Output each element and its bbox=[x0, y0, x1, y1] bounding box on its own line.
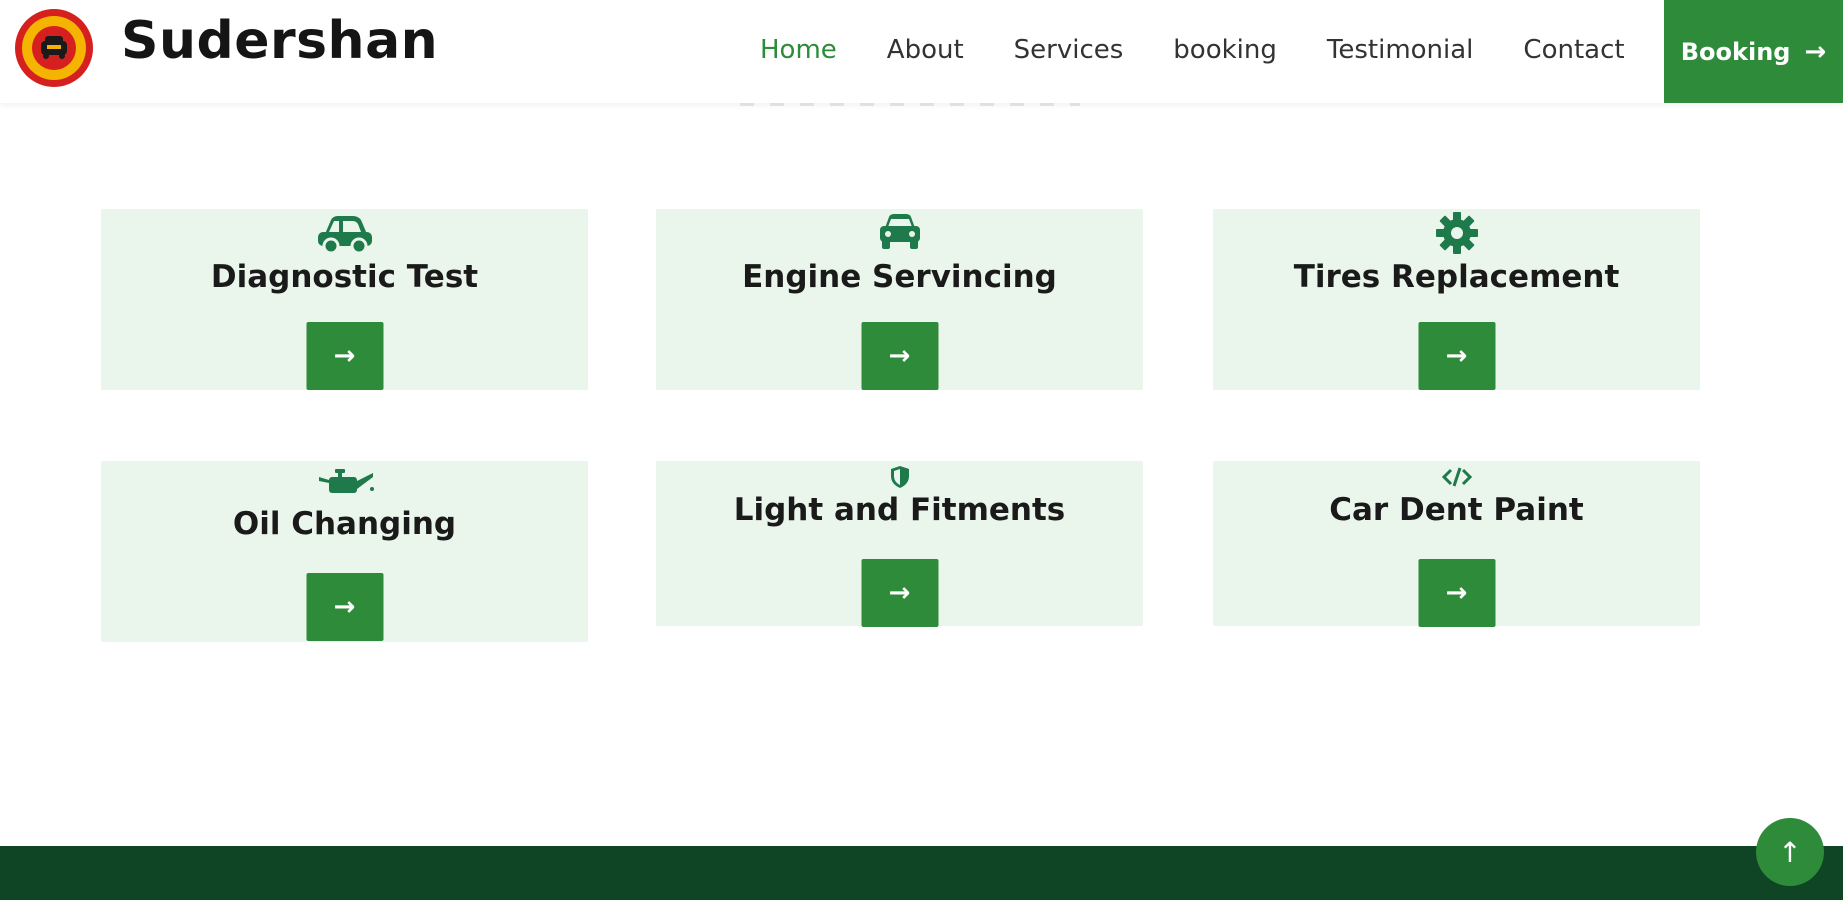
arrow-right-icon: → bbox=[1445, 341, 1468, 371]
arrow-right-icon: → bbox=[333, 341, 356, 371]
main-nav: Home About Services booking Testimonial … bbox=[760, 30, 1675, 70]
arrow-right-icon: → bbox=[888, 578, 911, 608]
service-card-engine: Engine Servincing → bbox=[656, 209, 1143, 390]
car-side-icon bbox=[317, 216, 372, 254]
car-front-icon bbox=[879, 214, 920, 249]
service-card-diagnostic: Diagnostic Test → bbox=[101, 209, 588, 390]
service-engine-button[interactable]: → bbox=[861, 322, 938, 390]
service-card-dent: Car Dent Paint → bbox=[1213, 461, 1700, 627]
service-card-tires: Tires Replacement → bbox=[1213, 209, 1700, 390]
service-title: Oil Changing bbox=[232, 506, 457, 542]
site-footer bbox=[0, 846, 1843, 900]
page: Sudershan Home About Services booking Te… bbox=[0, 0, 1843, 900]
service-diagnostic-button[interactable]: → bbox=[306, 322, 383, 390]
brand-name[interactable]: Sudershan bbox=[121, 10, 438, 72]
service-title: Tires Replacement bbox=[1293, 259, 1620, 295]
service-title: Diagnostic Test bbox=[210, 259, 479, 295]
arrow-right-icon: → bbox=[888, 341, 911, 371]
service-card-oil: Oil Changing → bbox=[101, 461, 588, 642]
nav-testimonial[interactable]: Testimonial bbox=[1327, 35, 1474, 65]
site-header: Sudershan Home About Services booking Te… bbox=[0, 0, 1843, 103]
nav-home[interactable]: Home bbox=[760, 35, 837, 65]
gear-icon bbox=[1435, 212, 1478, 254]
service-title: Engine Servincing bbox=[742, 259, 1057, 295]
booking-button-label: Booking bbox=[1680, 37, 1791, 66]
service-dent-button[interactable]: → bbox=[1418, 559, 1495, 627]
back-to-top-button[interactable]: ↑ bbox=[1756, 818, 1824, 886]
arrow-up-icon: ↑ bbox=[1778, 835, 1802, 869]
nav-services[interactable]: Services bbox=[1014, 35, 1124, 65]
arrow-right-icon: → bbox=[1804, 36, 1827, 67]
code-icon bbox=[1441, 467, 1472, 487]
arrow-right-icon: → bbox=[1445, 578, 1468, 608]
car-badge-logo[interactable] bbox=[14, 8, 94, 88]
arrow-right-icon: → bbox=[333, 592, 356, 622]
oil-can-icon bbox=[318, 469, 374, 493]
service-card-light: Light and Fitments → bbox=[656, 461, 1143, 627]
service-light-button[interactable]: → bbox=[861, 559, 938, 627]
nav-booking[interactable]: booking bbox=[1173, 35, 1277, 65]
booking-button[interactable]: Booking → bbox=[1664, 0, 1843, 103]
service-tires-button[interactable]: → bbox=[1418, 322, 1495, 390]
nav-contact[interactable]: Contact bbox=[1523, 35, 1624, 65]
service-title: Light and Fitments bbox=[733, 492, 1066, 528]
service-oil-button[interactable]: → bbox=[306, 573, 383, 641]
service-title: Car Dent Paint bbox=[1329, 492, 1584, 528]
nav-about[interactable]: About bbox=[887, 35, 964, 65]
shield-icon bbox=[890, 466, 909, 488]
